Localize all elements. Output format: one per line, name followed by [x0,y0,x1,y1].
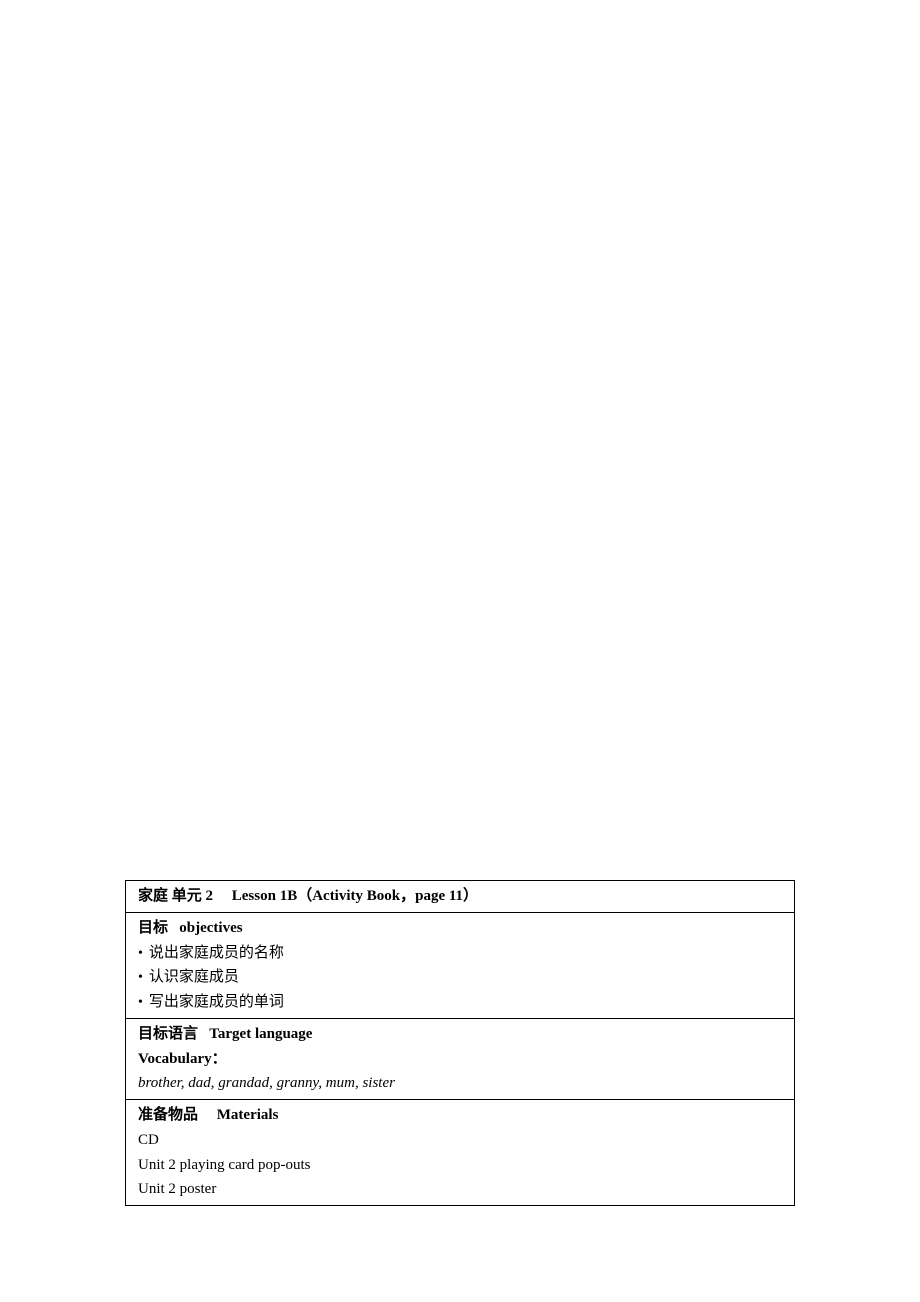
objective-text: 认识家庭成员 [149,965,239,990]
objectives-heading-en: objectives [179,920,242,936]
objectives-heading-cn: 目标 [138,920,168,936]
material-item: Unit 2 playing card pop-outs [138,1153,786,1178]
objectives-cell: 目标 objectives • 说出家庭成员的名称 • 认识家庭成员 • 写出家… [126,912,795,1018]
lesson-title: Lesson 1B（Activity Book，page 11） [232,888,478,904]
table-row-title: 家庭 单元 2 Lesson 1B（Activity Book，page 11） [126,881,795,913]
vocabulary-label: Vocabulary： [138,1047,786,1072]
objective-text: 说出家庭成员的名称 [149,941,284,966]
table-row-target-language: 目标语言 Target language Vocabulary： brother… [126,1018,795,1099]
materials-heading-cn: 准备物品 [138,1107,198,1123]
table-row-materials: 准备物品 Materials CD Unit 2 playing card po… [126,1100,795,1206]
material-item: CD [138,1128,786,1153]
lesson-plan-table-wrapper: 家庭 单元 2 Lesson 1B（Activity Book，page 11）… [125,880,795,1206]
table-row-objectives: 目标 objectives • 说出家庭成员的名称 • 认识家庭成员 • 写出家… [126,912,795,1018]
target-language-heading-en: Target language [209,1026,312,1042]
target-language-heading-cn: 目标语言 [138,1026,198,1042]
material-item: Unit 2 poster [138,1177,786,1202]
bullet-icon: • [138,942,143,965]
objective-text: 写出家庭成员的单词 [149,990,284,1015]
materials-heading-en: Materials [217,1107,279,1123]
objective-item: • 写出家庭成员的单词 [138,990,786,1015]
unit-prefix: 家庭 单元 2 [138,888,213,904]
lesson-plan-table: 家庭 单元 2 Lesson 1B（Activity Book，page 11）… [125,880,795,1206]
title-cell: 家庭 单元 2 Lesson 1B（Activity Book，page 11） [126,881,795,913]
bullet-icon: • [138,966,143,989]
objective-item: • 说出家庭成员的名称 [138,941,786,966]
bullet-icon: • [138,991,143,1014]
materials-cell: 准备物品 Materials CD Unit 2 playing card po… [126,1100,795,1206]
objective-item: • 认识家庭成员 [138,965,786,990]
target-language-cell: 目标语言 Target language Vocabulary： brother… [126,1018,795,1099]
vocabulary-list: brother, dad, grandad, granny, mum, sist… [138,1071,786,1096]
